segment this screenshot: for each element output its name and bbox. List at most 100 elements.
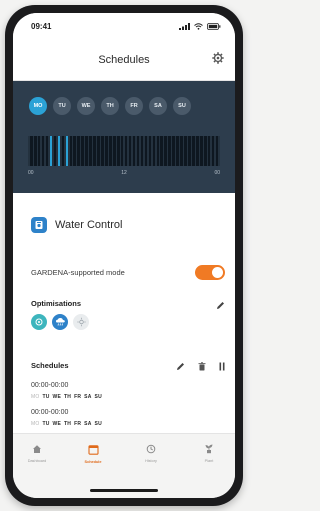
day-button-th[interactable]: TH [101,97,119,115]
timeline-slot [156,136,160,166]
wifi-icon [194,17,203,35]
device-settings-card: Water Control GARDENA-supported mode Opt… [13,193,235,433]
day-button-fr[interactable]: FR [125,97,143,115]
phone-frame: 09:41 Schedules MO TU WE TH FR SA SU 00 … [5,5,243,506]
schedule-day: SA [84,421,92,427]
timeline-slot [148,136,152,166]
schedule-day: SU [94,394,102,400]
signal-icon [179,17,190,35]
schedule-day: FR [74,421,82,427]
tab-label: History [145,459,157,463]
app-header: Schedules [13,39,235,81]
trash-icon [198,362,206,371]
timeline-axis: 00 12 00 [28,170,220,176]
schedule-days: MO TU WE TH FR SA SU [31,421,102,427]
timeline-slot [37,136,41,166]
supported-mode-toggle[interactable] [195,265,225,280]
timeline-slot [152,136,156,166]
tab-schedule[interactable]: Schedule [71,444,115,464]
edit-optimisations-button[interactable] [216,297,225,315]
tab-label: Schedule [84,460,102,464]
battery-icon [207,17,221,35]
pencil-icon [177,363,184,370]
timeline-slot [124,136,128,166]
delete-schedule-button[interactable] [198,358,206,376]
timeline-slot [180,136,183,166]
device-header: Water Control [31,217,122,233]
schedule-day: MO [31,394,40,400]
schedule-time[interactable]: 00:00-00:00 [31,382,68,389]
schedule-timeline-panel: MO TU WE TH FR SA SU 00 12 00 [13,81,235,193]
status-time: 09:41 [31,21,52,31]
pause-schedule-button[interactable] [219,358,225,376]
timeline-slot [81,136,84,166]
timeline-mid-label: 12 [121,170,127,176]
timeline-slot [73,136,77,166]
timeline-slot [57,136,61,166]
status-bar: 09:41 [13,13,235,39]
timeline-slot [109,136,112,166]
timeline-slot [61,136,65,166]
timeline-slot [30,136,33,166]
day-button-sa[interactable]: SA [149,97,167,115]
schedule-day: SU [94,421,102,427]
weekday-selector: MO TU WE TH FR SA SU [29,97,191,115]
timeline-slot [65,136,69,166]
day-timeline[interactable] [28,136,220,166]
home-icon [33,445,41,453]
timeline-start-label: 00 [28,170,34,176]
eco-icon[interactable] [31,314,47,330]
schedule-time[interactable]: 00:00-00:00 [31,409,68,416]
tab-dashboard[interactable]: Dashboard [15,444,59,463]
tab-plant[interactable]: Plant [187,444,231,463]
timeline-slot [101,136,104,166]
timeline-slot [41,136,45,166]
device-name: Water Control [55,219,123,231]
settings-button[interactable] [211,51,225,69]
schedule-day: TU [42,394,50,400]
day-button-tu[interactable]: TU [53,97,71,115]
optimisation-icons [31,314,89,330]
optimisations-heading: Optimisations [31,299,82,308]
timeline-slot [188,136,191,166]
edit-schedule-button[interactable] [176,358,185,376]
timeline-slot [207,136,211,166]
schedule-day: TH [64,421,72,427]
day-button-su[interactable]: SU [173,97,191,115]
timeline-slot [168,136,171,166]
supported-mode-label: GARDENA-supported mode [31,268,125,277]
pencil-icon [217,302,224,309]
schedule-day: MO [31,421,40,427]
rain-cloud-icon[interactable] [52,314,68,330]
timeline-slot [199,136,203,166]
history-icon [146,444,156,454]
schedule-day: TH [64,394,72,400]
schedule-day: FR [74,394,82,400]
day-button-mo[interactable]: MO [29,97,47,115]
status-icons [179,17,221,35]
timeline-slot [176,136,179,166]
toggle-knob [212,267,223,278]
timeline-slot [113,136,116,166]
gear-icon [212,51,224,69]
pause-icon [219,362,225,371]
timeline-slot [196,136,199,166]
timeline-slot [172,136,175,166]
timeline-slot [164,136,167,166]
sun-icon[interactable] [73,314,89,330]
water-control-icon [31,217,47,233]
timeline-slot [203,136,207,166]
schedule-actions [176,358,225,376]
tab-history[interactable]: History [129,444,173,463]
schedule-day: SA [84,394,92,400]
day-button-we[interactable]: WE [77,97,95,115]
timeline-slot [160,136,164,166]
timeline-slot [192,136,195,166]
home-indicator [90,489,158,492]
timeline-slot [89,136,92,166]
timeline-slot [144,136,148,166]
supported-mode-row: GARDENA-supported mode [31,265,225,280]
timeline-slot [93,136,96,166]
timeline-slot [140,136,144,166]
timeline-slot [116,136,120,166]
